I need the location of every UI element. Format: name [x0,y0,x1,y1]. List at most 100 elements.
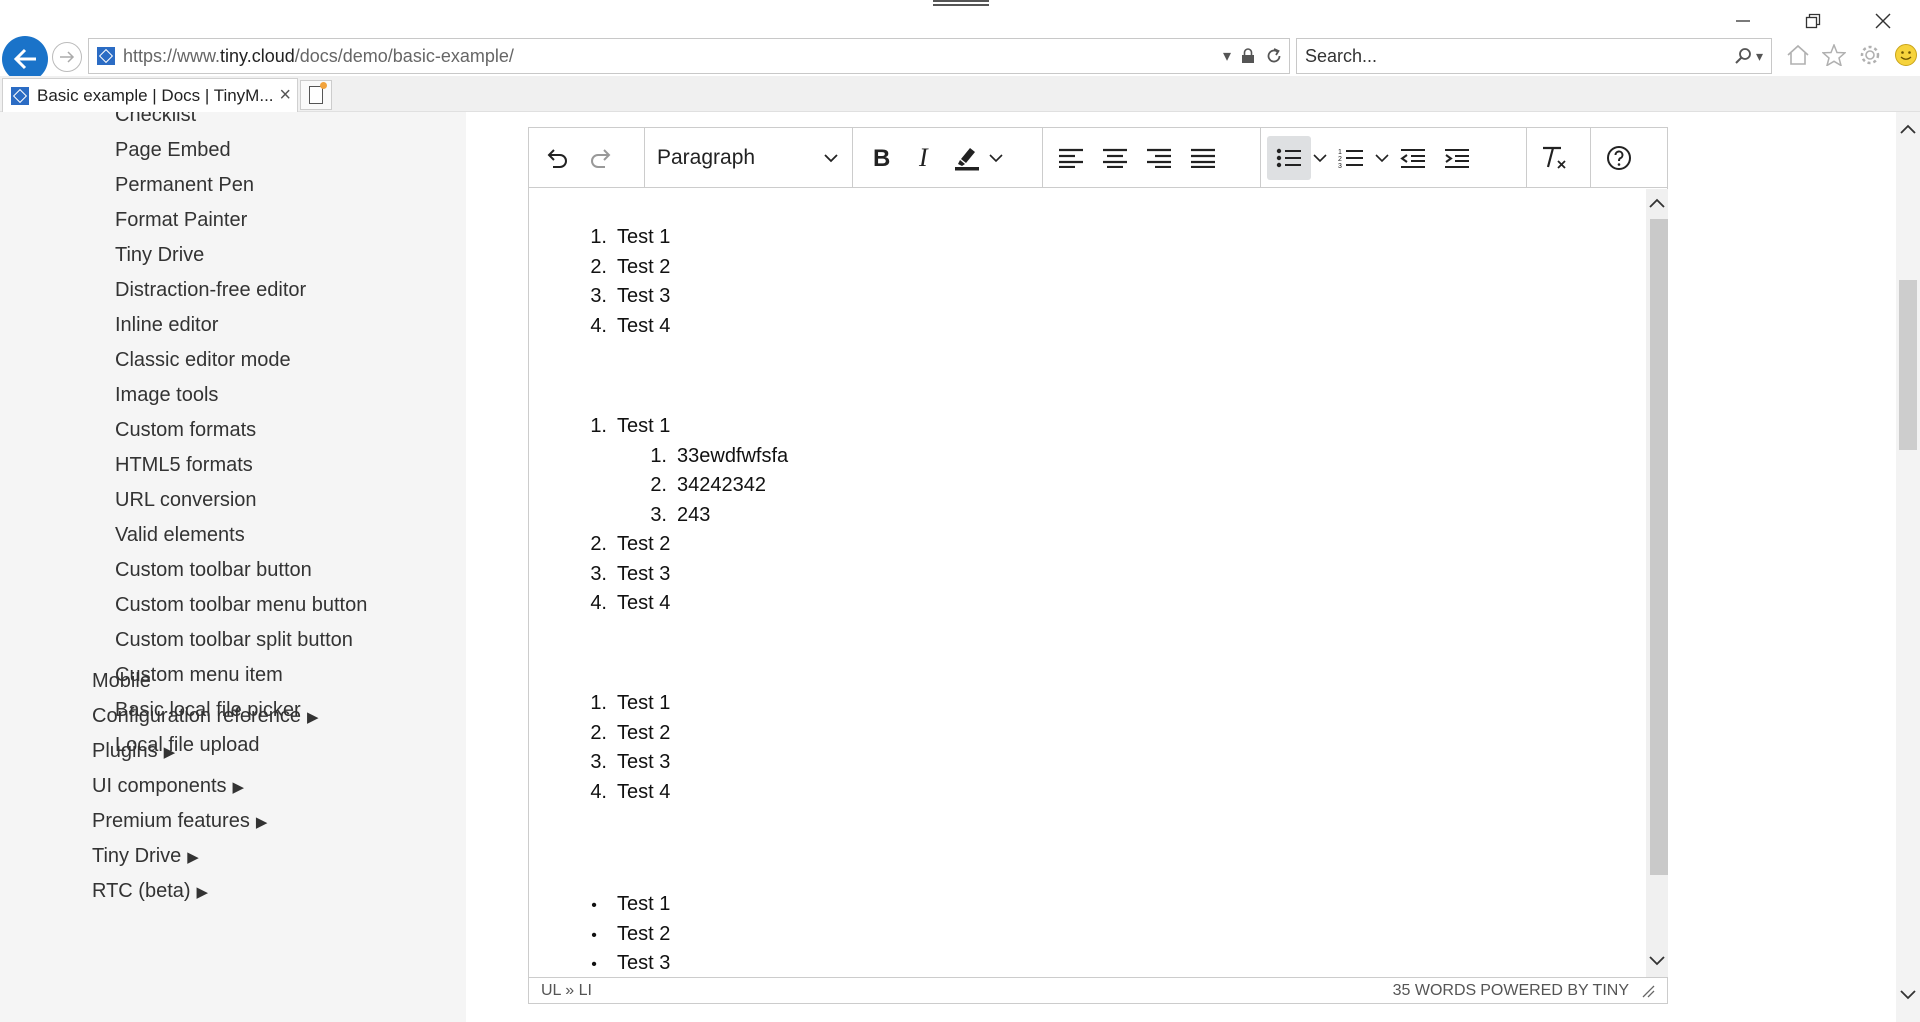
sidebar-link[interactable]: Custom formats [115,419,256,442]
close-window-button[interactable] [1860,6,1906,36]
url-text[interactable]: https://www.tiny.cloud/docs/demo/basic-e… [123,46,1223,67]
sidebar-section[interactable]: UI components ▶ [92,775,244,798]
expand-arrow-icon[interactable]: ▶ [164,744,176,761]
highlight-color-button[interactable] [947,136,987,180]
scroll-up-icon[interactable] [1900,124,1916,140]
home-button[interactable] [1784,40,1812,70]
search-box[interactable]: Search... ▾ [1296,38,1772,74]
sidebar-link[interactable]: Tiny Drive [115,244,204,267]
page-scroll-thumb[interactable] [1899,280,1917,450]
feedback-button[interactable] [1892,40,1920,70]
bullet-list-dropdown[interactable] [1311,136,1329,180]
numbered-list-item[interactable]: 3. Test 3 [581,751,670,774]
indent-button[interactable] [1435,136,1479,180]
numbered-list-item[interactable]: 3. Test 3 [581,563,670,586]
sidebar-link[interactable]: Format Painter [115,209,247,232]
scroll-down-icon[interactable] [1900,990,1916,1006]
sidebar-link[interactable]: HTML5 formats [115,454,253,477]
resize-handle-icon[interactable] [1641,984,1655,998]
numbered-list-item[interactable]: 4. Test 4 [581,315,670,338]
expand-arrow-icon[interactable]: ▶ [187,849,199,866]
scroll-down-icon[interactable] [1649,953,1665,969]
bold-button[interactable]: B [859,136,903,180]
italic-button[interactable]: I [903,136,947,180]
numbered-list-item[interactable]: 4. Test 4 [581,592,670,615]
refresh-icon[interactable] [1265,47,1283,65]
lock-icon[interactable] [1241,48,1255,64]
new-tab-button[interactable] [300,80,332,110]
scroll-up-icon[interactable] [1649,195,1665,211]
clear-formatting-button[interactable] [1533,136,1577,180]
nested-list-item[interactable]: 1. 33ewdfwfsfa [641,445,788,468]
sidebar-section[interactable]: Premium features ▶ [92,810,267,833]
editor-content-area[interactable]: 1. Test 1 2. Test 2 3. Test 3 4. Test 4 1. Test 1… [529,189,1646,977]
search-icon[interactable] [1734,47,1752,65]
numbered-list-item[interactable]: 2. Test 2 [581,533,670,556]
sidebar-link[interactable]: Image tools [115,384,218,407]
sidebar-link[interactable]: Inline editor [115,314,218,337]
sidebar-link[interactable]: URL conversion [115,489,257,512]
bullet-list-item[interactable]: • Test 3 [581,952,670,975]
help-button[interactable] [1597,136,1641,180]
sidebar-link[interactable]: Valid elements [115,524,245,547]
sidebar-link[interactable]: Page Embed [115,139,231,162]
editor-scroll-thumb[interactable] [1650,219,1668,875]
highlight-color-dropdown[interactable] [987,136,1005,180]
numbered-list-item[interactable]: 4. Test 4 [581,781,670,804]
expand-arrow-icon[interactable]: ▶ [307,709,319,726]
numbered-list-item[interactable]: 1. Test 1 [581,692,670,715]
expand-arrow-icon[interactable]: ▶ [256,814,268,831]
forward-button[interactable] [52,42,82,72]
sidebar-link[interactable]: Checklist [115,112,196,127]
undo-button[interactable] [535,136,579,180]
numbered-list-item[interactable]: 2. Test 2 [581,256,670,279]
favorites-button[interactable] [1820,40,1848,70]
minimize-button[interactable] [1720,6,1766,36]
tab-close-icon[interactable]: × [279,84,291,107]
numbered-list-item[interactable]: 1. Test 1 [581,415,670,438]
numbered-list-button[interactable]: 123 [1329,136,1373,180]
sidebar-section[interactable]: Mobile [92,670,157,693]
sidebar-section[interactable]: Tiny Drive ▶ [92,845,199,868]
bullet-list-button[interactable] [1267,136,1311,180]
numbered-list-item[interactable]: 3. Test 3 [581,285,670,308]
nested-list-item[interactable]: 2. 34242342 [641,474,766,497]
sidebar-section[interactable]: Plugins ▶ [92,740,175,763]
search-dropdown-icon[interactable]: ▾ [1756,48,1763,65]
element-path[interactable]: UL » LI [541,982,1393,1000]
redo-button[interactable] [579,136,623,180]
sidebar-link[interactable]: Custom toolbar button [115,559,312,582]
sidebar-link[interactable]: Custom toolbar split button [115,629,353,652]
nested-list-item[interactable]: 3. 243 [641,504,710,527]
block-format-select[interactable]: Paragraph [647,136,847,180]
expand-arrow-icon[interactable]: ▶ [233,779,245,796]
sidebar-link[interactable]: Distraction-free editor [115,279,306,302]
numbered-list-dropdown[interactable] [1373,136,1391,180]
outdent-button[interactable] [1391,136,1435,180]
sidebar-link[interactable]: Classic editor mode [115,349,291,372]
align-center-button[interactable] [1093,136,1137,180]
expand-arrow-icon[interactable]: ▶ [197,884,209,901]
sidebar-link[interactable]: Permanent Pen [115,174,254,197]
search-input[interactable]: Search... [1305,46,1734,67]
bullet-list-item[interactable]: • Test 1 [581,893,670,916]
sidebar-section[interactable]: RTC (beta) ▶ [92,880,208,903]
numbered-list-item[interactable]: 1. Test 1 [581,226,670,249]
editor-scrollbar[interactable] [1646,189,1668,977]
page-scrollbar[interactable] [1896,112,1920,1022]
powered-by-link[interactable]: POWERED BY TINY [1480,982,1629,1000]
dropdown-arrow-icon[interactable]: ▾ [1223,46,1231,66]
tab-basic-example[interactable]: Basic example | Docs | TinyM... × [2,78,298,112]
align-justify-button[interactable] [1181,136,1225,180]
settings-button[interactable] [1856,40,1884,70]
window-grip[interactable] [933,0,989,6]
sidebar-link[interactable]: Custom toolbar menu button [115,594,367,617]
word-count[interactable]: 35 WORDS [1393,982,1477,1000]
align-right-button[interactable] [1137,136,1181,180]
align-left-button[interactable] [1049,136,1093,180]
sidebar-section[interactable]: Configuration reference ▶ [92,705,319,728]
bullet-list-item[interactable]: • Test 2 [581,923,670,946]
restore-button[interactable] [1790,6,1836,36]
numbered-list-item[interactable]: 2. Test 2 [581,722,670,745]
address-bar[interactable]: https://www.tiny.cloud/docs/demo/basic-e… [88,38,1290,74]
